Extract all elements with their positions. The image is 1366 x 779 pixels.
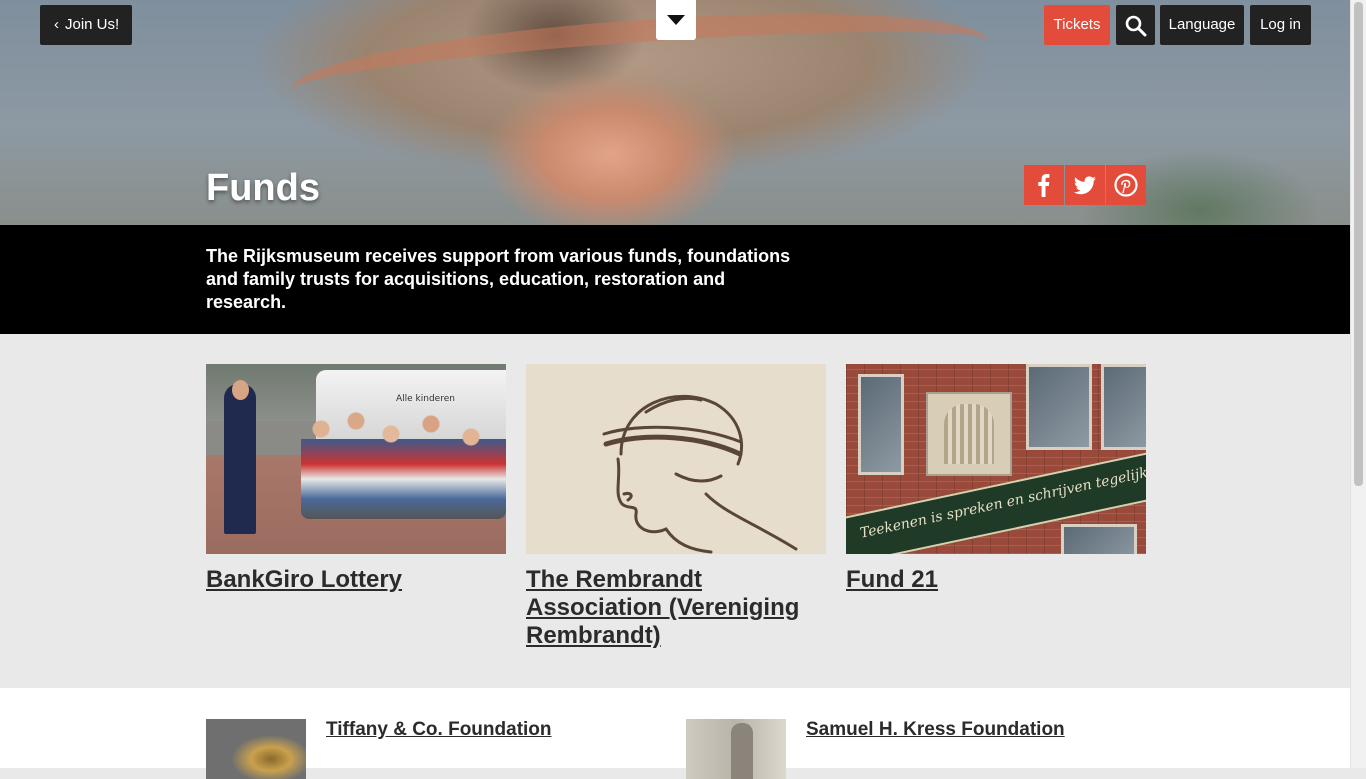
crowd-graphic: [301, 409, 506, 519]
search-button[interactable]: [1116, 5, 1155, 45]
statue-figure: [731, 723, 753, 779]
fund-card-fund21: Teekenen is spreken en schrijven tegelij…: [846, 364, 1146, 594]
join-us-button[interactable]: ‹ Join Us!: [40, 5, 132, 45]
tiffany-thumbnail[interactable]: [206, 719, 306, 779]
bus-text: Alle kinderen: [396, 394, 455, 404]
fund-image-bankgiro[interactable]: Alle kinderen: [206, 364, 506, 554]
caret-down-icon: [667, 15, 685, 25]
share-twitter-button[interactable]: [1065, 165, 1105, 205]
fund-card-rembrandt: The Rembrandt Association (Vereniging Re…: [526, 364, 826, 650]
building-window: [1061, 524, 1137, 554]
page-scrollbar[interactable]: [1350, 0, 1366, 768]
fund-image-fund21[interactable]: Teekenen is spreken en schrijven tegelij…: [846, 364, 1146, 554]
speaker-figure: [224, 384, 256, 534]
page-title: Funds: [206, 167, 320, 209]
fund-link-rembrandt[interactable]: The Rembrandt Association (Vereniging Re…: [526, 566, 826, 650]
pinterest-icon: [1114, 173, 1138, 197]
building-window: [1026, 364, 1092, 450]
tickets-button[interactable]: Tickets: [1044, 5, 1110, 45]
menu-toggle-button[interactable]: [656, 0, 696, 40]
fund-card-bankgiro: Alle kinderen BankGiro Lottery: [206, 364, 506, 594]
speaker-head: [232, 380, 249, 400]
fund-link-fund21[interactable]: Fund 21: [846, 566, 1146, 594]
sketch-drawing: [602, 394, 798, 554]
building-window: [858, 374, 904, 475]
foundations-section: [0, 688, 1351, 768]
scrollbar-thumb[interactable]: [1354, 2, 1363, 486]
intro-band: The Rijksmuseum receives support from va…: [0, 225, 1351, 334]
kress-foundation-link[interactable]: Samuel H. Kress Foundation: [806, 719, 1065, 741]
fund-link-bankgiro[interactable]: BankGiro Lottery: [206, 566, 506, 594]
hero-banner: Funds ‹ Join Us! Tickets Language Log in: [0, 0, 1351, 225]
chevron-left-icon: ‹: [54, 16, 59, 33]
share-facebook-button[interactable]: [1024, 165, 1064, 205]
kress-thumbnail[interactable]: [686, 719, 786, 779]
search-icon: [1125, 15, 1147, 37]
tile-figures: [944, 404, 994, 464]
facebook-icon: [1038, 174, 1050, 197]
intro-text: The Rijksmuseum receives support from va…: [206, 246, 791, 312]
building-window: [1101, 364, 1146, 450]
tiffany-foundation-link[interactable]: Tiffany & Co. Foundation: [326, 719, 552, 741]
twitter-icon: [1074, 176, 1096, 195]
language-button[interactable]: Language: [1160, 5, 1244, 45]
fund-image-rembrandt[interactable]: [526, 364, 826, 554]
join-us-label: Join Us!: [65, 16, 120, 33]
hero-painting-detail: [287, 0, 993, 137]
share-pinterest-button[interactable]: [1106, 165, 1146, 205]
decorative-tile: [926, 392, 1012, 476]
login-button[interactable]: Log in: [1250, 5, 1311, 45]
